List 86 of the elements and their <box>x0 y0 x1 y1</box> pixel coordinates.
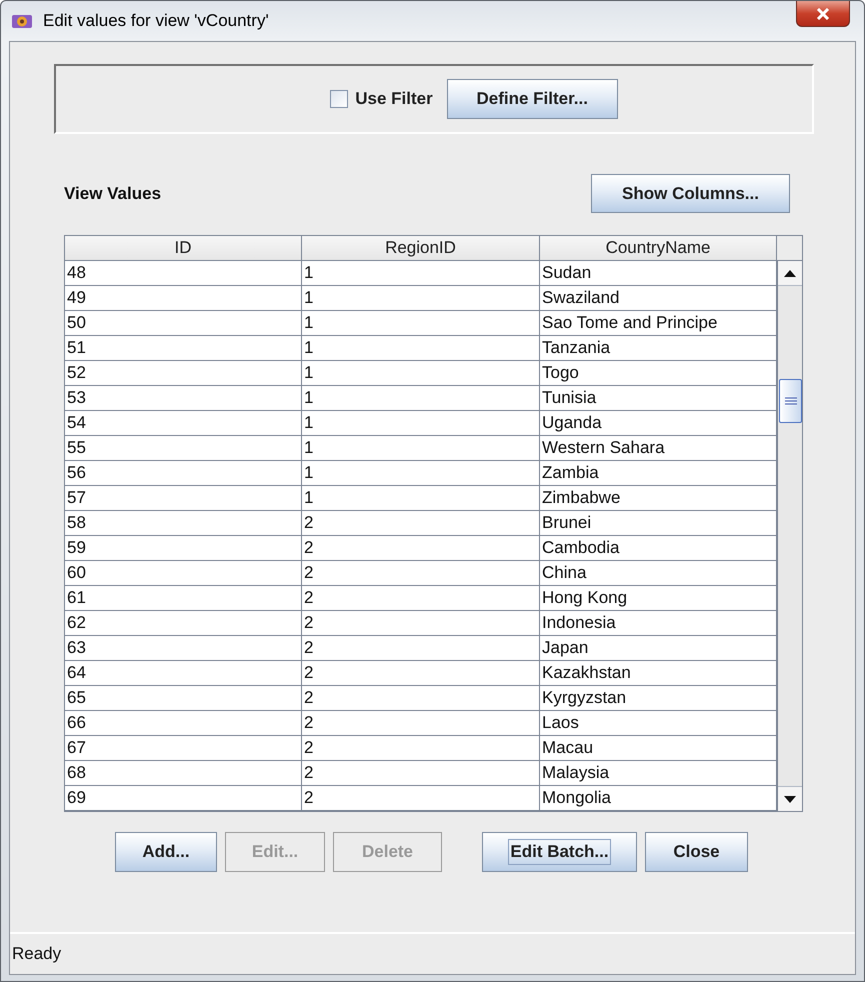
table-cell: Zimbabwe <box>540 486 777 511</box>
dialog-button[interactable]: Edit Batch... <box>482 832 637 872</box>
show-columns-button[interactable]: Show Columns... <box>591 174 790 213</box>
table-cell: 48 <box>65 261 302 286</box>
table-cell: 61 <box>65 586 302 611</box>
scroll-thumb[interactable] <box>779 379 802 423</box>
table-cell: 53 <box>65 386 302 411</box>
table-cell: Uganda <box>540 411 777 436</box>
table-cell: Togo <box>540 361 777 386</box>
table-cell: Macau <box>540 736 777 761</box>
table-cell: 54 <box>65 411 302 436</box>
table-cell: Sudan <box>540 261 777 286</box>
table-cell: 69 <box>65 786 302 811</box>
scroll-up-icon[interactable] <box>784 270 796 276</box>
table-cell: Japan <box>540 636 777 661</box>
close-icon <box>816 8 830 20</box>
table-cell: 1 <box>302 486 540 511</box>
use-filter-label: Use Filter <box>355 89 433 109</box>
table-cell: 56 <box>65 461 302 486</box>
table-cell: Cambodia <box>540 536 777 561</box>
table-cell: Zambia <box>540 461 777 486</box>
table-cell: 1 <box>302 261 540 286</box>
table-cell: 64 <box>65 661 302 686</box>
table-cell: Laos <box>540 711 777 736</box>
vertical-scrollbar[interactable] <box>777 261 802 811</box>
table-cell: Sao Tome and Principe <box>540 311 777 336</box>
table-cell: Malaysia <box>540 761 777 786</box>
table-cell: 2 <box>302 636 540 661</box>
table-cell: 1 <box>302 336 540 361</box>
table-cell: Indonesia <box>540 611 777 636</box>
table-cell: China <box>540 561 777 586</box>
table-cell: 2 <box>302 536 540 561</box>
app-icon <box>11 12 33 30</box>
column-header[interactable]: RegionID <box>302 236 540 261</box>
table-cell: 51 <box>65 336 302 361</box>
table-cell: 55 <box>65 436 302 461</box>
table-cell: 52 <box>65 361 302 386</box>
table-cell: 57 <box>65 486 302 511</box>
table-cell: Brunei <box>540 511 777 536</box>
table-cell: 58 <box>65 511 302 536</box>
table-cell: 1 <box>302 461 540 486</box>
window-title: Edit values for view 'vCountry' <box>43 11 269 31</box>
use-filter-checkbox[interactable] <box>330 90 348 108</box>
table-cell: 63 <box>65 636 302 661</box>
table-cell: Kazakhstan <box>540 661 777 686</box>
table-cell: Tanzania <box>540 336 777 361</box>
section-title: View Values <box>64 184 162 204</box>
table-cell: Western Sahara <box>540 436 777 461</box>
table-cell: Tunisia <box>540 386 777 411</box>
table-cell: 65 <box>65 686 302 711</box>
define-filter-button[interactable]: Define Filter... <box>446 79 618 119</box>
column-header[interactable]: CountryName <box>540 236 777 261</box>
table-cell: Swaziland <box>540 286 777 311</box>
table-cell: 2 <box>302 661 540 686</box>
table-cell: 59 <box>65 536 302 561</box>
table-cell: 50 <box>65 311 302 336</box>
table-cell: 1 <box>302 411 540 436</box>
table-cell: 2 <box>302 511 540 536</box>
table-cell: 2 <box>302 611 540 636</box>
table-cell: 2 <box>302 761 540 786</box>
table-cell: 62 <box>65 611 302 636</box>
scroll-down-icon[interactable] <box>784 796 796 802</box>
dialog-button[interactable]: Add... <box>115 832 217 872</box>
table-cell: 66 <box>65 711 302 736</box>
table-cell: 2 <box>302 586 540 611</box>
table-cell: 2 <box>302 786 540 811</box>
table-cell: 49 <box>65 286 302 311</box>
table-cell: 67 <box>65 736 302 761</box>
table-cell: 1 <box>302 386 540 411</box>
column-header[interactable]: ID <box>65 236 302 261</box>
table-cell: 68 <box>65 761 302 786</box>
table-cell: 2 <box>302 711 540 736</box>
dialog-button[interactable]: Close <box>645 832 748 872</box>
table-cell: Kyrgyzstan <box>540 686 777 711</box>
table-cell: 2 <box>302 686 540 711</box>
table-cell: 1 <box>302 286 540 311</box>
table-cell: 2 <box>302 736 540 761</box>
close-button[interactable] <box>796 1 850 27</box>
table-cell: 2 <box>302 561 540 586</box>
table-cell: 1 <box>302 311 540 336</box>
table-cell: 1 <box>302 361 540 386</box>
status-text: Ready <box>12 944 62 964</box>
table-cell: 60 <box>65 561 302 586</box>
table-cell: Hong Kong <box>540 586 777 611</box>
table-cell: Mongolia <box>540 786 777 811</box>
table-cell: 1 <box>302 436 540 461</box>
